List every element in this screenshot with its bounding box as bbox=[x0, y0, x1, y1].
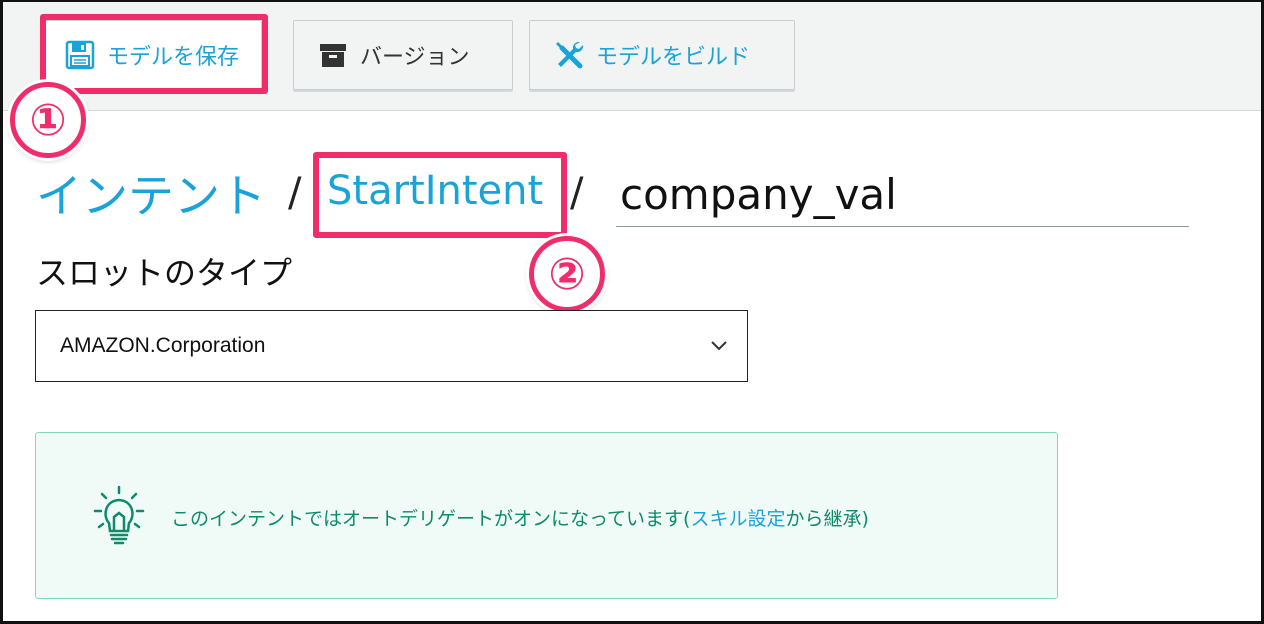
slot-type-heading: スロットのタイプ bbox=[36, 254, 293, 292]
save-model-label: モデルを保存 bbox=[107, 45, 240, 70]
archive-box-icon bbox=[316, 38, 350, 72]
tools-icon bbox=[552, 38, 586, 72]
slot-type-select[interactable]: AMAZON.Corporation bbox=[35, 310, 748, 382]
slot-type-selected-value: AMAZON.Corporation bbox=[60, 334, 266, 357]
toolbar: モデルを保存 バージョン モデルをビルド bbox=[3, 2, 1261, 111]
skill-settings-link[interactable]: スキル設定 bbox=[690, 508, 785, 530]
floppy-disk-icon bbox=[63, 38, 97, 72]
chevron-down-icon bbox=[709, 335, 729, 355]
save-model-button[interactable]: モデルを保存 bbox=[40, 20, 262, 90]
slot-name-field[interactable] bbox=[616, 162, 1189, 227]
info-text-after: から継承) bbox=[785, 508, 869, 530]
info-message: このインテントではオートデリゲートがオンになっています(スキル設定から継承) bbox=[171, 504, 869, 531]
breadcrumb-intent-link[interactable]: StartIntent bbox=[327, 168, 543, 214]
info-text-before: このインテントではオートデリゲートがオンになっています( bbox=[171, 508, 691, 530]
breadcrumb-intents-link[interactable]: インテント bbox=[36, 160, 266, 226]
version-button[interactable]: バージョン bbox=[293, 20, 513, 90]
lightbulb-icon bbox=[92, 485, 146, 547]
step-badge-1: ① bbox=[10, 82, 86, 158]
breadcrumb-separator: / bbox=[570, 170, 584, 216]
build-model-button[interactable]: モデルをビルド bbox=[529, 20, 795, 90]
auto-delegation-info-box: このインテントではオートデリゲートがオンになっています(スキル設定から継承) bbox=[35, 432, 1058, 599]
breadcrumb-separator: / bbox=[288, 170, 302, 216]
build-model-label: モデルをビルド bbox=[596, 45, 751, 70]
step-badge-2: ② bbox=[529, 236, 605, 312]
version-label: バージョン bbox=[360, 45, 470, 70]
